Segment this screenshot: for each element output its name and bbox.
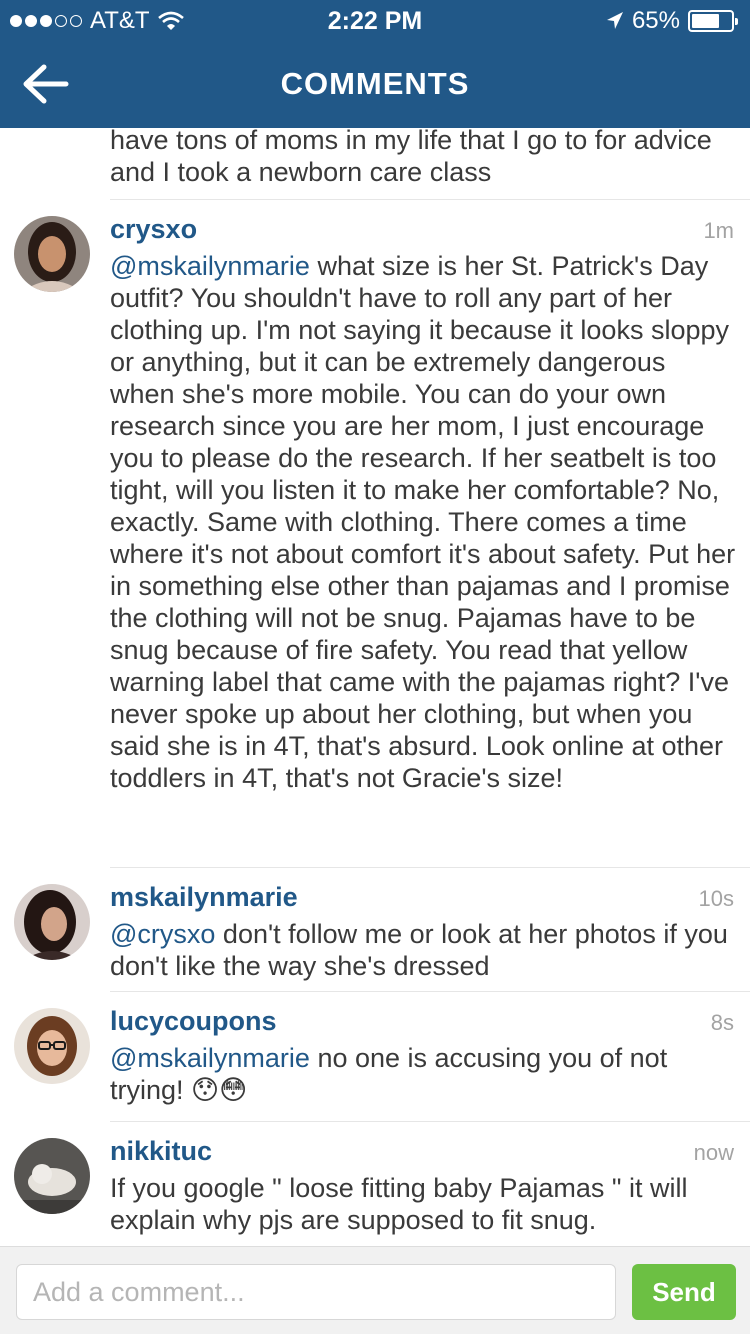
comment-composer: Send <box>0 1246 750 1334</box>
partial-comment-text: have tons of moms in my life that I go t… <box>110 128 712 187</box>
comment-time: now <box>693 1140 734 1165</box>
avatar[interactable] <box>14 1008 90 1084</box>
battery-percent: 65% <box>631 7 680 34</box>
avatar[interactable] <box>14 884 90 960</box>
comment-text: If you google " loose fitting baby Pajam… <box>110 1173 688 1235</box>
comment-text: @mskailynmarie no one is accusing you of… <box>110 1043 668 1105</box>
comment-username[interactable]: mskailynmarie <box>110 882 298 913</box>
avatar[interactable] <box>14 1138 90 1214</box>
page-title: COMMENTS <box>280 66 470 101</box>
send-button[interactable]: Send <box>632 1264 736 1320</box>
comment-time: 1m <box>703 218 734 243</box>
comment-item: mskailynmarie 10s @crysxo don't follow m… <box>0 868 750 991</box>
avatar[interactable] <box>14 216 90 292</box>
comment-username[interactable]: crysxo <box>110 214 197 245</box>
comment-item: crysxo 1m @mskailynmarie what size is he… <box>0 200 750 867</box>
battery-icon <box>688 10 738 32</box>
mention-link[interactable]: @mskailynmarie <box>110 1043 310 1073</box>
comment-time: 10s <box>698 886 734 911</box>
comment-item: lucycoupons 8s @mskailynmarie no one is … <box>0 992 750 1121</box>
location-arrow-icon <box>606 12 623 29</box>
comment-text: @mskailynmarie what size is her St. Patr… <box>110 251 736 793</box>
comment-input[interactable] <box>16 1264 616 1320</box>
mention-link[interactable]: @crysxo <box>110 919 215 949</box>
comment-item: nikkituc now If you google " loose fitti… <box>0 1122 750 1246</box>
comment-time: 8s <box>710 1010 734 1035</box>
top-bar: AT&T 2:22 PM 65% COMMENTS <box>0 0 750 128</box>
comment-text: @crysxo don't follow me or look at her p… <box>110 919 728 981</box>
comments-list[interactable]: have tons of moms in my life that I go t… <box>0 128 750 1246</box>
mention-link[interactable]: @mskailynmarie <box>110 251 310 281</box>
comment-username[interactable]: nikkituc <box>110 1136 212 1167</box>
status-bar: AT&T 2:22 PM 65% <box>0 0 750 40</box>
comment-username[interactable]: lucycoupons <box>110 1006 277 1037</box>
nav-bar: COMMENTS <box>0 40 750 128</box>
